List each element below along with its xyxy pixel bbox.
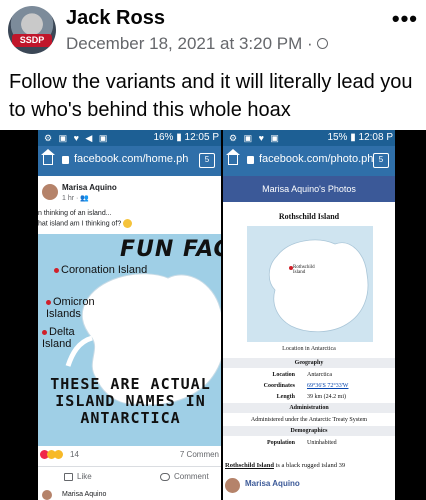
- meme-caption: THESE ARE ACTUAL ISLAND NAMES IN ANTARCT…: [50, 375, 211, 427]
- poster-meta: 1 hr · 👥: [62, 195, 90, 202]
- thinking-emoji-icon: [123, 219, 133, 228]
- section-demographics: Demographics: [223, 426, 395, 436]
- row-population: Population Uninhabited: [266, 440, 337, 446]
- tab-count: 5: [373, 153, 389, 168]
- browser-url-bar: facebook.com/home.ph 5: [38, 146, 221, 176]
- commenter-name[interactable]: Marisa Aquino: [245, 479, 300, 488]
- wiki-description: Rothschild Island is a black rugged isla…: [225, 462, 346, 469]
- comment-bubble-icon: [160, 472, 170, 481]
- commenter-avatar: [225, 478, 240, 493]
- status-icons: ⚙ ▣ ♥ ▣: [229, 133, 281, 143]
- location-map: Rothschild Island: [247, 226, 373, 342]
- home-icon: [41, 149, 55, 165]
- comment-preview: Marisa Aquino: [223, 475, 395, 500]
- post-text: n thinking of an island... hat island am…: [38, 209, 133, 229]
- lock-icon: [247, 156, 254, 164]
- reaction-count: 14: [70, 450, 79, 459]
- post-timestamp[interactable]: December 18, 2021 at 3:20 PM ·: [66, 34, 328, 54]
- infobox-table: Geography Location Antarctica Coordinates…: [223, 358, 395, 449]
- section-administration: Administration: [223, 403, 395, 413]
- post-image[interactable]: ⚙ ▣ ♥ ◀ ▣ 16% ▮ 12:05 P facebook.com/hom…: [0, 130, 426, 500]
- status-bar: ⚙ ▣ ♥ ◀ ▣ 16% ▮ 12:05 P: [38, 130, 221, 146]
- row-coordinates: Coordinates 69°36'S 72°33'W: [223, 381, 395, 392]
- map-label: Rothschild Island: [293, 265, 315, 275]
- lock-icon: [62, 156, 69, 164]
- more-options-icon[interactable]: •••: [392, 6, 418, 32]
- reactions-bar[interactable]: 14 7 Commen: [38, 448, 221, 464]
- wiki-title: Rothschild Island: [278, 212, 340, 221]
- meme-image: FUN FACT Coronation Island Omicron Islan…: [38, 234, 221, 446]
- like-button[interactable]: Like: [64, 472, 92, 481]
- comment-count: 7 Commen: [179, 450, 219, 459]
- island-label-omicron: Omicron Islands: [46, 296, 95, 320]
- timestamp-text: December 18, 2021 at 3:20 PM ·: [66, 34, 313, 53]
- comment-preview: Marisa Aquino: [38, 488, 221, 500]
- fun-fact-heading: FUN FACT: [120, 237, 221, 262]
- island-label-delta: Delta Island: [42, 326, 75, 350]
- commenter-name: Marisa Aquino: [62, 491, 107, 498]
- author-name[interactable]: Jack Ross: [66, 7, 165, 30]
- map-caption: Location in Antarctica: [282, 346, 336, 352]
- commenter-avatar: [42, 490, 52, 500]
- status-icons: ⚙ ▣ ♥ ◀ ▣: [44, 133, 110, 143]
- antarctica-small-map: [268, 239, 369, 333]
- post-header: SSDP Jack Ross December 18, 2021 at 3:20…: [0, 0, 426, 62]
- coordinates-link[interactable]: 69°36'S 72°33'W: [307, 381, 348, 392]
- status-right: 16% ▮ 12:05 P: [153, 132, 219, 143]
- globe-icon: [316, 38, 328, 50]
- status-bar: ⚙ ▣ ♥ ▣ 15% ▮ 12:08 P: [223, 130, 395, 146]
- browser-url-bar: facebook.com/photo.ph 5: [223, 146, 395, 176]
- home-icon: [226, 149, 240, 165]
- poster-avatar: [42, 184, 58, 200]
- url-text: facebook.com/home.ph: [74, 153, 189, 165]
- post-caption: Follow the variants and it will literall…: [9, 71, 413, 121]
- row-location: Location Antarctica: [272, 372, 332, 378]
- thumbs-up-icon: [64, 472, 73, 481]
- right-phone-screenshot: ⚙ ▣ ♥ ▣ 15% ▮ 12:08 P facebook.com/photo…: [223, 130, 395, 500]
- status-right: 15% ▮ 12:08 P: [327, 132, 393, 143]
- tab-count: 5: [199, 153, 215, 168]
- avatar-badge: SSDP: [12, 34, 52, 47]
- post-actions: Like Comment: [38, 466, 221, 486]
- url-text: facebook.com/photo.ph: [259, 153, 374, 165]
- poster-name: Marisa Aquino: [62, 183, 117, 192]
- comment-button[interactable]: Comment: [160, 472, 209, 481]
- photos-page-title: Marisa Aquino's Photos: [223, 176, 395, 202]
- section-geography: Geography: [223, 358, 395, 368]
- row-admin: Administered under the Antarctic Treaty …: [250, 417, 368, 423]
- reaction-icons: [40, 450, 63, 460]
- row-length: Length 39 km (24.2 mi): [276, 394, 346, 400]
- author-avatar[interactable]: SSDP: [8, 6, 56, 54]
- island-label-coronation: Coronation Island: [54, 264, 147, 276]
- left-phone-screenshot: ⚙ ▣ ♥ ◀ ▣ 16% ▮ 12:05 P facebook.com/hom…: [38, 130, 221, 500]
